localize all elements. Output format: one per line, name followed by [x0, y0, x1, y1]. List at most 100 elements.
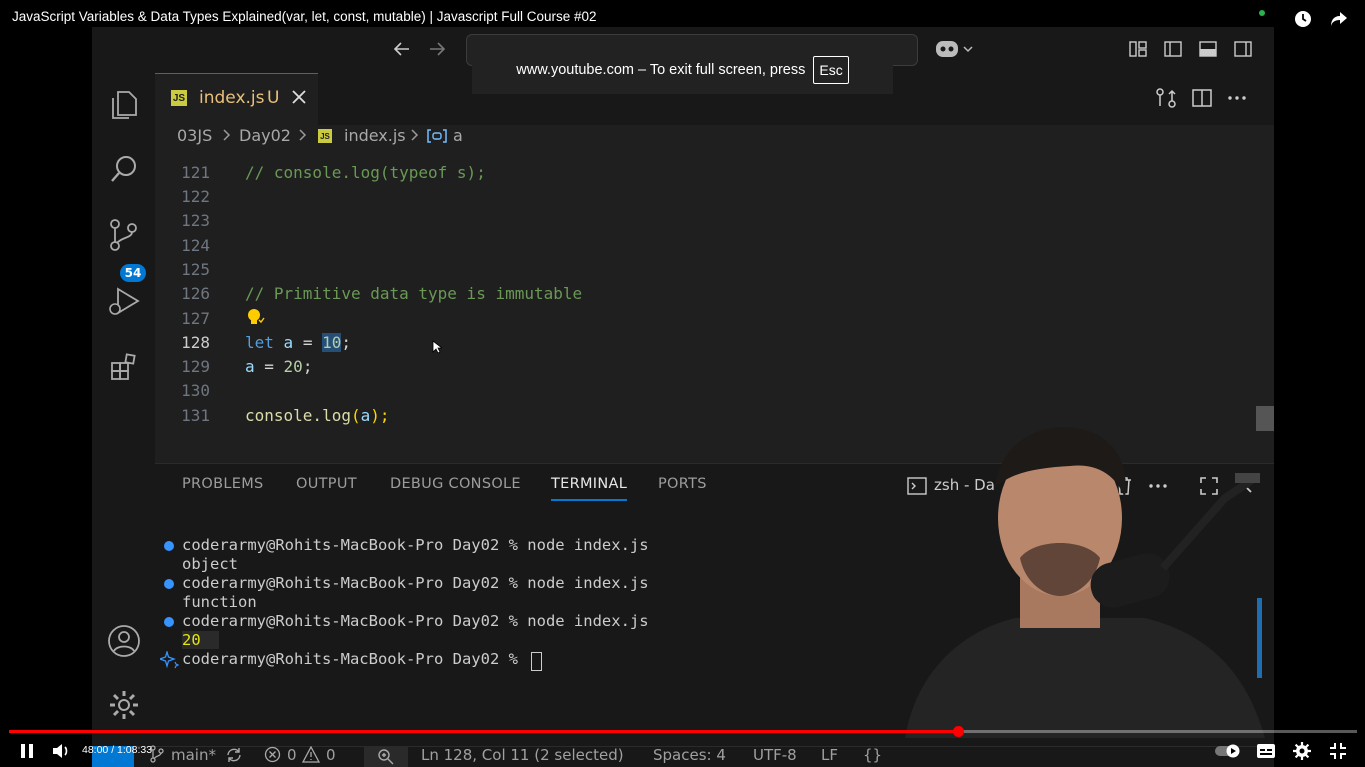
number-literal: 20	[283, 357, 303, 376]
sync-icon[interactable]	[225, 746, 243, 767]
fullscreen-message: www.youtube.com – To exit full screen, p…	[516, 61, 806, 78]
tab-terminal[interactable]: TERMINAL	[551, 476, 627, 492]
source-control-icon[interactable]	[104, 215, 144, 255]
share-icon[interactable]	[1328, 8, 1350, 30]
line-number: 122	[181, 187, 210, 206]
selected-number: 10	[322, 333, 342, 352]
split-editor-icon[interactable]	[1191, 87, 1213, 113]
more-actions-icon[interactable]	[1226, 87, 1248, 113]
volume-icon[interactable]	[50, 741, 72, 761]
terminal-output-line: function	[182, 593, 257, 611]
identifier-a: a	[283, 333, 294, 352]
terminal-cursor	[531, 652, 542, 671]
encoding[interactable]: UTF-8	[753, 746, 797, 764]
lightbulb-icon[interactable]	[245, 307, 265, 331]
terminal-output-line: 20	[182, 631, 219, 649]
function-call: console.log	[245, 406, 351, 425]
code-line-126: // Primitive data type is immutable	[245, 284, 583, 303]
identifier-a: a	[360, 406, 371, 425]
sparkle-icon[interactable]	[158, 649, 180, 673]
indentation[interactable]: Spaces: 4	[653, 746, 726, 764]
variable-symbol-icon	[427, 128, 447, 148]
breadcrumb-folder-day02[interactable]: Day02	[239, 126, 291, 145]
paren-semicolon: );	[370, 406, 390, 425]
toggle-panel-icon[interactable]	[1198, 39, 1218, 63]
status-bar: main* 0 0 Ln 128, Col 11 (2 selected) Sp…	[92, 745, 1274, 767]
autoplay-toggle[interactable]	[1213, 741, 1243, 761]
watch-later-icon[interactable]	[1292, 8, 1314, 30]
active-tab-indicator	[551, 499, 627, 501]
toggle-primary-sidebar-icon[interactable]	[1163, 39, 1183, 63]
editor-tab-index-js[interactable]: JS index.js U	[155, 73, 318, 125]
cursor-position[interactable]: Ln 128, Col 11 (2 selected)	[421, 746, 624, 764]
presenter-webcam	[895, 418, 1275, 738]
tab-output[interactable]: OUTPUT	[296, 476, 357, 492]
git-branch-icon	[150, 745, 164, 767]
source-control-badge: 54	[120, 264, 146, 282]
close-tab-icon[interactable]	[291, 89, 307, 109]
operator: =	[293, 333, 323, 352]
chevron-right-icon	[222, 125, 232, 149]
end-of-line[interactable]: LF	[821, 746, 838, 764]
minimap-scrollbar[interactable]	[1255, 151, 1274, 463]
breadcrumb-file[interactable]: index.js	[344, 126, 406, 145]
terminal-prompt-line: coderarmy@Rohits-MacBook-Pro Day02 % nod…	[182, 536, 649, 554]
search-icon[interactable]	[104, 149, 144, 189]
open-changes-icon[interactable]	[1155, 87, 1177, 113]
run-debug-icon[interactable]	[104, 281, 144, 321]
zoom-indicator[interactable]	[364, 746, 408, 767]
back-arrow-icon[interactable]	[392, 39, 412, 63]
error-icon	[264, 746, 281, 767]
error-count[interactable]: 0	[287, 746, 297, 764]
warning-count[interactable]: 0	[326, 746, 336, 764]
operator: =	[254, 357, 284, 376]
line-number: 127	[181, 309, 210, 328]
command-status-dot	[164, 541, 174, 551]
command-status-dot	[164, 579, 174, 589]
line-number: 121	[181, 163, 210, 182]
exit-fullscreen-icon[interactable]	[1327, 741, 1349, 761]
explorer-icon[interactable]	[104, 85, 144, 125]
git-branch[interactable]: main*	[171, 746, 216, 764]
customize-layout-icon[interactable]	[1128, 39, 1148, 63]
breadcrumb: 03JS Day02 JS index.js a	[155, 125, 1274, 151]
accounts-icon[interactable]	[104, 621, 144, 661]
breadcrumb-folder-03js[interactable]: 03JS	[177, 126, 212, 145]
terminal-current-prompt: coderarmy@Rohits-MacBook-Pro Day02 %	[182, 650, 528, 668]
keyword-let: let	[245, 333, 274, 352]
copilot-icon[interactable]	[934, 37, 974, 65]
code-line-129: a = 20;	[245, 357, 312, 376]
tab-ports[interactable]: PORTS	[658, 476, 707, 492]
chevron-right-icon	[298, 125, 308, 149]
tab-problems[interactable]: PROBLEMS	[182, 476, 264, 492]
tab-untracked-status: U	[267, 88, 280, 108]
settings-gear-icon[interactable]	[1291, 741, 1313, 761]
breadcrumb-symbol[interactable]: a	[453, 126, 463, 145]
line-number: 126	[181, 284, 210, 303]
esc-key: Esc	[813, 55, 849, 84]
warning-icon	[301, 745, 321, 767]
toggle-secondary-sidebar-icon[interactable]	[1233, 39, 1253, 63]
semicolon: ;	[341, 333, 351, 352]
tab-debug-console[interactable]: DEBUG CONSOLE	[390, 476, 521, 492]
manage-gear-icon[interactable]	[104, 685, 144, 725]
extensions-icon[interactable]	[104, 347, 144, 387]
progress-scrubber[interactable]	[953, 726, 964, 737]
forward-arrow-icon[interactable]	[427, 39, 447, 63]
line-number: 129	[181, 357, 210, 376]
video-title: JavaScript Variables & Data Types Explai…	[12, 9, 597, 24]
line-number: 131	[181, 406, 210, 425]
line-number: 123	[181, 211, 210, 230]
subtitles-icon[interactable]	[1255, 741, 1277, 761]
identifier-a: a	[245, 357, 255, 376]
js-file-icon: JS	[171, 90, 187, 106]
activity-bar: 54	[92, 73, 156, 767]
code-editor[interactable]: 121 // console.log(typeof s); 122 123 12…	[155, 151, 1274, 463]
pause-icon[interactable]	[16, 741, 38, 761]
line-number: 130	[181, 381, 210, 400]
tab-filename: index.js	[199, 88, 265, 108]
js-file-icon: JS	[318, 129, 332, 143]
language-mode-icon[interactable]: {}	[863, 746, 882, 764]
progress-played	[9, 730, 958, 733]
line-number: 125	[181, 260, 210, 279]
